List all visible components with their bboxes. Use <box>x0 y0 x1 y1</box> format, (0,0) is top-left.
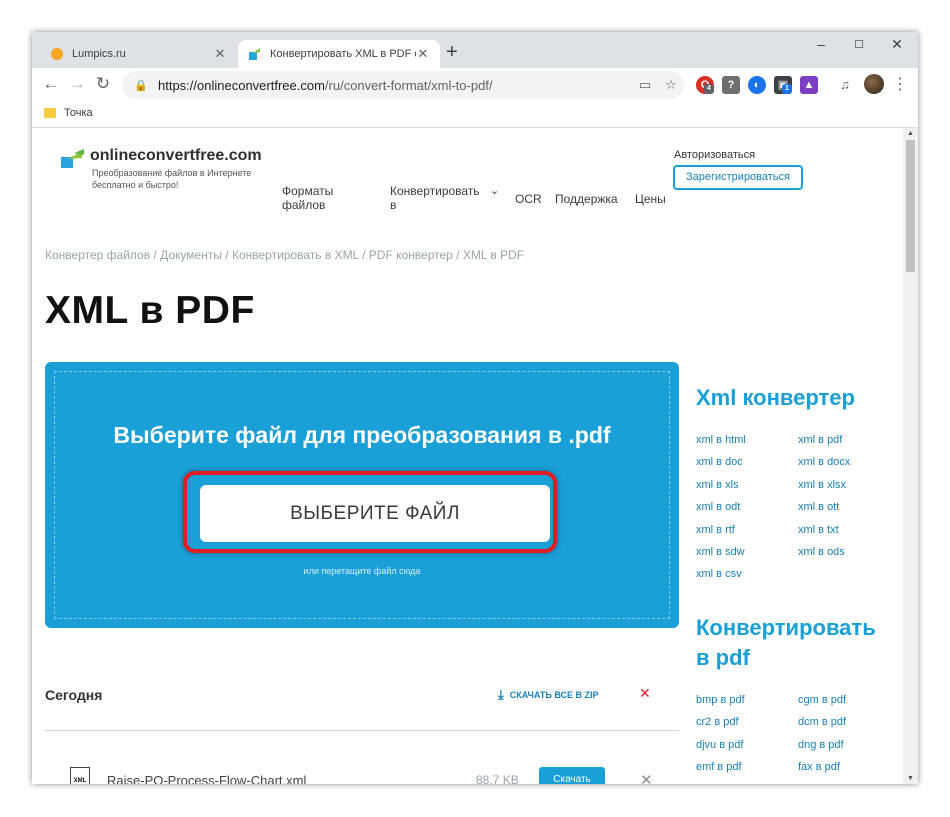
convert-to-pdf-heading-line2: в pdf <box>696 645 750 670</box>
tab-onlineconvertfree[interactable]: Конвертировать XML в PDF онл ✕ <box>238 40 440 68</box>
profile-avatar[interactable] <box>864 74 884 94</box>
tab-lumpics[interactable]: Lumpics.ru ✕ <box>40 40 237 68</box>
vertical-scrollbar[interactable]: ▲ ▼ <box>903 128 918 784</box>
new-tab-icon[interactable]: + <box>446 42 458 62</box>
file-name: Raise-PO-Process-Flow-Chart.xml <box>107 773 307 784</box>
register-button[interactable]: Зарегистрироваться <box>673 165 803 190</box>
sidebar-link[interactable]: xml в xls <box>696 479 739 491</box>
download-all-label: СКАЧАТЬ ВСЕ В ZIP <box>509 690 599 700</box>
sidebar-link[interactable]: fax в pdf <box>798 761 840 773</box>
back-icon[interactable]: ← <box>40 74 62 94</box>
sidebar-link[interactable]: xml в ott <box>798 501 839 513</box>
dropzone-hint: или перетащите файл сюда <box>303 566 421 576</box>
site-logo[interactable]: onlineconvertfree.com <box>60 147 262 169</box>
download-icon: ⤓ <box>498 687 504 702</box>
folder-icon <box>44 108 56 118</box>
extension-ai-icon[interactable]: ▲ <box>800 76 818 94</box>
tab-title: Lumpics.ru <box>72 48 126 60</box>
extension-globe-icon[interactable]: ◐ <box>748 76 766 94</box>
scroll-up-icon[interactable]: ▲ <box>903 130 918 137</box>
close-tab-icon[interactable]: ✕ <box>213 46 227 62</box>
login-link[interactable]: Авторизоваться <box>674 149 755 161</box>
sidebar-link[interactable]: xml в xlsx <box>798 479 846 491</box>
scrollbar-thumb[interactable] <box>906 140 915 272</box>
file-size: 88.7 KB <box>476 773 519 784</box>
sidebar-link[interactable]: emf в pdf <box>696 761 742 773</box>
tab-title: Конвертировать XML в PDF онл <box>270 48 416 60</box>
browser-window: Lumpics.ru ✕ Конвертировать XML в PDF он… <box>32 32 918 784</box>
web-page: onlineconvertfree.com Преобразование фай… <box>32 129 903 784</box>
sidebar-link[interactable]: dng в pdf <box>798 739 844 751</box>
forward-icon[interactable]: → <box>66 74 88 94</box>
sidebar-link[interactable]: cr2 в pdf <box>696 716 739 728</box>
xml-converter-heading: Xml конвертер <box>696 385 855 410</box>
extension-badge: 1 <box>782 84 792 94</box>
page-title: XML в PDF <box>45 289 255 332</box>
sidebar-link[interactable]: djvu в pdf <box>696 739 743 751</box>
breadcrumb[interactable]: Конвертер файлов / Документы / Конвертир… <box>45 248 524 262</box>
remove-all-icon[interactable]: ✕ <box>639 685 651 702</box>
scroll-down-icon[interactable]: ▼ <box>903 775 918 782</box>
nav-prices[interactable]: Цены <box>635 192 666 206</box>
close-window-icon[interactable]: ✕ <box>882 36 912 53</box>
xml-file-icon: XML <box>70 767 90 784</box>
tab-strip: Lumpics.ru ✕ Конвертировать XML в PDF он… <box>32 32 918 68</box>
bookmarks-bar: Точка <box>32 102 918 128</box>
sidebar-link[interactable]: xml в odt <box>696 501 740 513</box>
maximize-icon[interactable]: ☐ <box>844 38 874 51</box>
file-dropzone[interactable]: Выберите файл для преобразования в .pdf … <box>45 362 679 628</box>
convert-to-pdf-heading-line1: Конвертировать <box>696 615 876 640</box>
menu-icon[interactable]: ⋮ <box>892 74 908 94</box>
dropzone-title: Выберите файл для преобразования в .pdf <box>113 422 611 448</box>
url-host: https://onlineconvertfree.com <box>158 77 325 93</box>
extension-help-icon[interactable]: ? <box>722 76 740 94</box>
sidebar-link[interactable]: xml в html <box>696 434 746 446</box>
lock-icon[interactable]: 🔒 <box>134 79 148 92</box>
remove-file-icon[interactable]: ✕ <box>640 771 653 784</box>
sidebar-link[interactable]: bmp в pdf <box>696 694 745 706</box>
bookmark-tochka[interactable]: Точка <box>44 107 93 119</box>
bookmark-label: Точка <box>64 107 93 119</box>
close-tab-icon[interactable]: ✕ <box>416 46 430 62</box>
onlineconvertfree-favicon-icon <box>249 48 260 60</box>
address-bar[interactable]: 🔒 https://onlineconvertfree.com/ru/conve… <box>122 71 684 99</box>
sidebar-link[interactable]: xml в csv <box>696 568 742 580</box>
files-section-title: Сегодня <box>45 687 103 703</box>
sidebar-link[interactable]: xml в rtf <box>696 524 735 536</box>
nav-convert[interactable]: Конвертировать в <box>390 184 486 212</box>
url-text[interactable]: https://onlineconvertfree.com/ru/convert… <box>158 78 632 93</box>
bookmark-star-icon[interactable]: ☆ <box>658 77 684 93</box>
sidebar-link[interactable]: xml в txt <box>798 524 839 536</box>
minimize-icon[interactable]: – <box>806 36 836 52</box>
nav-ocr[interactable]: OCR <box>515 192 542 206</box>
sidebar-link[interactable]: xml в pdf <box>798 434 842 446</box>
sidebar-link[interactable]: xml в ods <box>798 546 845 558</box>
divider <box>45 730 679 731</box>
logo-tagline: Преобразование файлов в Интернете беспла… <box>92 168 252 190</box>
lumpics-favicon-icon <box>51 48 63 60</box>
nav-support[interactable]: Поддержка <box>555 192 618 206</box>
extension-badge: 4 <box>704 84 714 94</box>
sidebar-link[interactable]: cgm в pdf <box>798 694 846 706</box>
media-control-icon[interactable]: ♫ <box>836 76 854 94</box>
browser-toolbar: ← → ↻ 🔒 https://onlineconvertfree.com/ru… <box>32 68 918 102</box>
url-path: /ru/convert-format/xml-to-pdf/ <box>324 77 493 93</box>
sidebar-link[interactable]: xml в doc <box>696 456 743 468</box>
logo-arrows-icon <box>61 149 84 168</box>
download-all-zip-button[interactable]: ⤓ СКАЧАТЬ ВСЕ В ZIP <box>498 687 599 703</box>
cast-icon[interactable]: ▭ <box>632 77 658 93</box>
download-file-button[interactable]: Скачать <box>539 767 605 784</box>
chevron-down-icon[interactable]: ⌄ <box>490 184 499 198</box>
sidebar-link[interactable]: xml в sdw <box>696 546 745 558</box>
reload-icon[interactable]: ↻ <box>92 74 114 94</box>
nav-formats[interactable]: Форматы файлов <box>282 184 352 212</box>
sidebar-link[interactable]: xml в docx <box>798 456 850 468</box>
choose-file-button[interactable]: ВЫБЕРИТЕ ФАЙЛ <box>200 485 550 542</box>
sidebar-link[interactable]: dcm в pdf <box>798 716 846 728</box>
logo-name: onlineconvertfree.com <box>90 147 262 164</box>
